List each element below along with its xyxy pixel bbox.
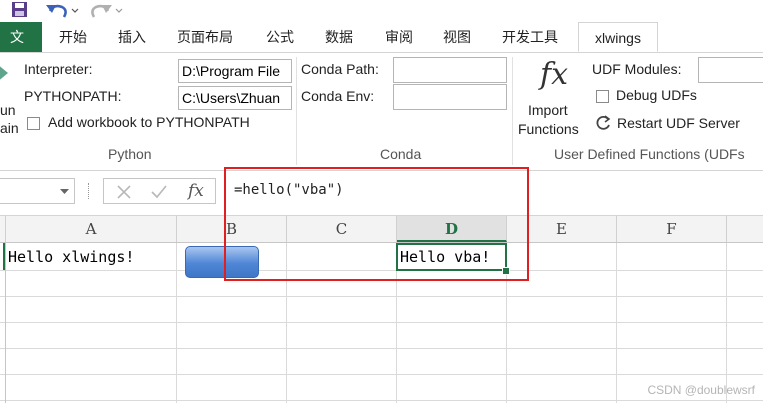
- annotation-highlight-box: [224, 167, 529, 281]
- conda-path-input[interactable]: [393, 57, 507, 83]
- quick-access-toolbar: [0, 0, 763, 22]
- run-main-button-label[interactable]: un ain: [0, 101, 19, 137]
- column-header-a[interactable]: A: [6, 216, 177, 242]
- interpreter-input[interactable]: D:\Program File: [178, 59, 292, 83]
- ribbon-tab-bar: 文件 开始 插入 页面布局 公式 数据 审阅 视图 开发工具 xlwings: [0, 22, 763, 53]
- tab-home[interactable]: 开始: [59, 22, 87, 52]
- conda-path-label: Conda Path:: [301, 61, 379, 77]
- undo-icon[interactable]: [44, 1, 80, 19]
- tab-review[interactable]: 审阅: [385, 22, 413, 52]
- udf-modules-label: UDF Modules:: [592, 61, 682, 77]
- group-separator: [296, 57, 297, 165]
- group-label-conda: Conda: [380, 146, 422, 162]
- pythonpath-input[interactable]: C:\Users\Zhuan: [178, 86, 292, 110]
- group-label-python: Python: [108, 146, 152, 162]
- debug-udfs-label: Debug UDFs: [616, 87, 697, 103]
- group-separator: [512, 57, 513, 165]
- restart-udf-server-button[interactable]: Restart UDF Server: [617, 115, 740, 131]
- functions-button-label[interactable]: Functions: [518, 121, 579, 137]
- cancel-icon[interactable]: [116, 184, 132, 200]
- tab-insert[interactable]: 插入: [118, 22, 146, 52]
- watermark: CSDN @doublewsrf: [647, 383, 755, 397]
- save-icon[interactable]: [10, 1, 30, 19]
- udf-modules-input[interactable]: [698, 57, 763, 83]
- tab-xlwings[interactable]: xlwings: [578, 22, 658, 52]
- run-icon[interactable]: [0, 63, 10, 83]
- formula-bar-grip[interactable]: [88, 183, 92, 199]
- tab-data[interactable]: 数据: [325, 22, 353, 52]
- name-box[interactable]: [0, 178, 75, 204]
- tab-formulas[interactable]: 公式: [266, 22, 294, 52]
- fx-import-icon[interactable]: fx: [540, 57, 568, 92]
- tab-file[interactable]: 文件: [0, 22, 42, 52]
- cell-a1[interactable]: Hello xlwings!: [8, 244, 134, 270]
- conda-env-label: Conda Env:: [301, 88, 375, 104]
- enter-check-icon[interactable]: [150, 184, 168, 200]
- add-workbook-label: Add workbook to PYTHONPATH: [48, 114, 250, 130]
- add-workbook-checkbox[interactable]: [27, 117, 40, 130]
- column-header-g[interactable]: [727, 216, 763, 242]
- tab-developer[interactable]: 开发工具: [502, 22, 558, 52]
- tab-view[interactable]: 视图: [443, 22, 471, 52]
- group-label-udfs: User Defined Functions (UDFs: [554, 146, 745, 162]
- insert-function-icon[interactable]: fx: [188, 181, 204, 201]
- chevron-down-icon[interactable]: [60, 189, 69, 195]
- interpreter-label: Interpreter:: [24, 61, 93, 77]
- column-header-f[interactable]: F: [617, 216, 727, 242]
- ribbon-xlwings: un ain Interpreter: D:\Program File PYTH…: [0, 53, 763, 171]
- tab-file-label: 文件: [10, 29, 24, 45]
- import-button-label[interactable]: Import: [528, 102, 568, 118]
- tab-page-layout[interactable]: 页面布局: [177, 22, 233, 52]
- restart-icon[interactable]: [594, 114, 612, 132]
- pythonpath-label: PYTHONPATH:: [24, 88, 122, 104]
- redo-icon[interactable]: [88, 1, 124, 19]
- conda-env-input[interactable]: [393, 84, 507, 110]
- debug-udfs-checkbox[interactable]: [596, 90, 609, 103]
